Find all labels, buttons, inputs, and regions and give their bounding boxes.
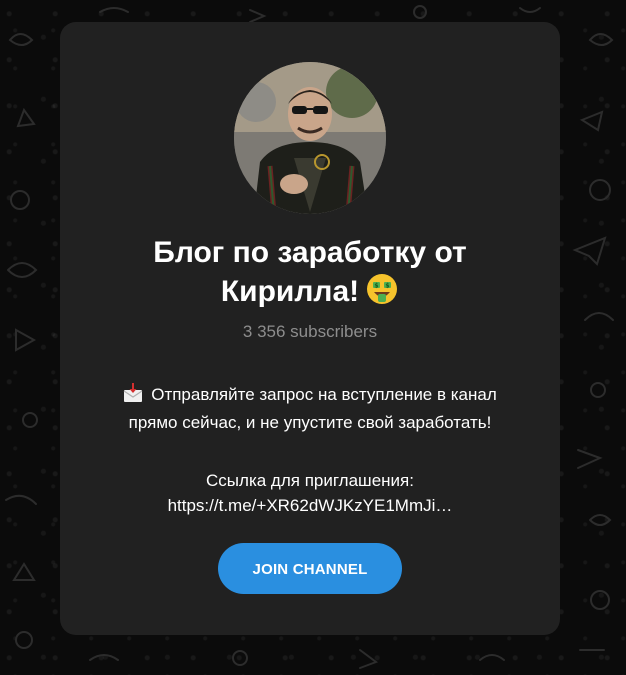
invite-link[interactable]: https://t.me/+XR62dWJKzYE1MmJi… xyxy=(80,493,540,518)
channel-preview-card: Блог по заработку от Кирилла! $ $ 3 356 … xyxy=(60,22,560,635)
join-channel-button[interactable]: JOIN CHANNEL xyxy=(218,543,402,594)
avatar-photo xyxy=(234,62,386,214)
envelope-with-arrow-icon xyxy=(123,383,143,410)
subscriber-count: 3 356 subscribers xyxy=(242,322,378,341)
description-line-2: прямо сейчас, и не упустите свой заработ… xyxy=(128,413,492,432)
svg-text:$: $ xyxy=(375,282,379,289)
description-text-1: Отправляйте запрос на вступление в канал xyxy=(151,385,497,404)
invite-label: Ссылка для приглашения: xyxy=(206,471,414,490)
channel-title-line2: Кирилла! xyxy=(220,275,360,308)
money-mouth-face-icon: $ $ xyxy=(365,272,399,316)
channel-title-line1: Блог по заработку от xyxy=(153,236,467,269)
description-line-1: Отправляйте запрос на вступление в канал xyxy=(80,382,540,410)
channel-description: Отправляйте запрос на вступление в канал… xyxy=(80,382,540,518)
description-spacer xyxy=(80,435,540,468)
channel-avatar xyxy=(234,62,386,214)
svg-text:$: $ xyxy=(386,282,390,289)
channel-title: Блог по заработку от Кирилла! $ $ xyxy=(80,234,540,316)
